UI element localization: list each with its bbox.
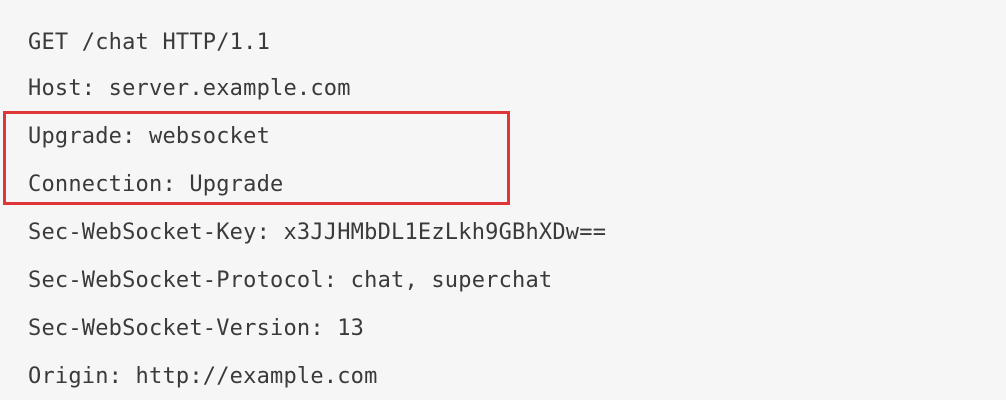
upgrade-headers-highlight-box [3, 111, 510, 205]
websocket-version-header-line: Sec-WebSocket-Version: 13 [28, 316, 365, 341]
origin-header-line: Origin: http://example.com [28, 364, 378, 389]
host-header-line: Host: server.example.com [28, 76, 351, 101]
websocket-protocol-header-line: Sec-WebSocket-Protocol: chat, superchat [28, 268, 553, 293]
request-line: GET /chat HTTP/1.1 [28, 30, 271, 55]
http-request-code-block: GET /chat HTTP/1.1 Host: server.example.… [0, 0, 1006, 400]
websocket-key-header-line: Sec-WebSocket-Key: x3JJHMbDL1EzLkh9GBhXD… [28, 220, 607, 245]
